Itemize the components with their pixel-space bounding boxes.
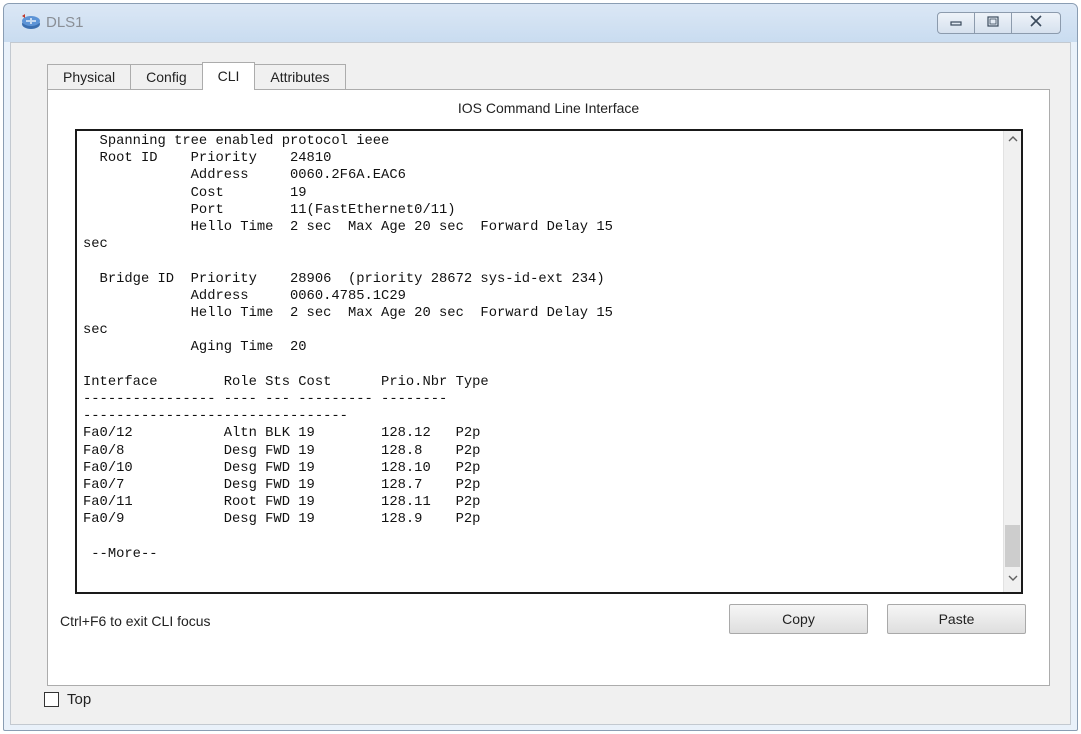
router-icon <box>20 13 42 31</box>
cli-terminal[interactable]: Spanning tree enabled protocol ieee Root… <box>75 129 1023 594</box>
cli-output[interactable]: Spanning tree enabled protocol ieee Root… <box>83 133 995 563</box>
scrollbar-thumb[interactable] <box>1005 525 1020 567</box>
app-window: DLS1 Physical Config CLI Attributes IOS … <box>3 3 1078 731</box>
top-toggle[interactable]: Top <box>44 689 91 709</box>
tab-config[interactable]: Config <box>130 64 203 90</box>
cli-focus-hint: Ctrl+F6 to exit CLI focus <box>60 613 211 629</box>
maximize-button[interactable] <box>974 12 1012 34</box>
window-client-area: Physical Config CLI Attributes IOS Comma… <box>10 42 1071 725</box>
minimize-button[interactable] <box>937 12 975 34</box>
top-checkbox[interactable] <box>44 691 59 707</box>
maximize-icon <box>987 14 999 32</box>
cli-heading: IOS Command Line Interface <box>457 100 640 116</box>
tab-attributes[interactable]: Attributes <box>254 64 346 90</box>
chevron-down-icon[interactable] <box>1004 574 1021 588</box>
tab-physical[interactable]: Physical <box>47 64 132 90</box>
tab-cli[interactable]: CLI <box>201 62 256 90</box>
close-button[interactable] <box>1011 12 1061 34</box>
window-title: DLS1 <box>46 14 84 31</box>
top-label: Top <box>67 690 92 708</box>
paste-button[interactable]: Paste <box>887 604 1026 634</box>
tab-bar: Physical Config CLI Attributes <box>47 62 346 90</box>
close-icon <box>1029 14 1043 32</box>
title-bar[interactable]: DLS1 <box>4 4 1077 42</box>
copy-button[interactable]: Copy <box>729 604 868 634</box>
chevron-up-icon[interactable] <box>1004 135 1021 149</box>
terminal-scrollbar[interactable] <box>1003 131 1021 592</box>
cli-panel: IOS Command Line Interface Spanning tree… <box>47 89 1050 686</box>
minimize-icon <box>950 14 962 32</box>
